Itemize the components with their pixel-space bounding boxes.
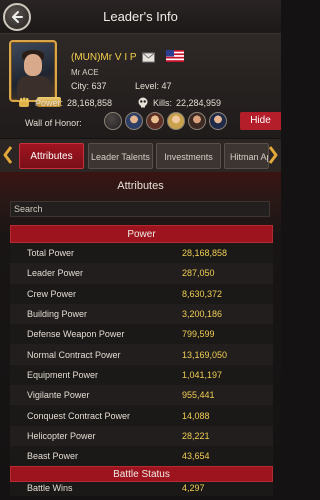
table-row: Beast Power 43,654 xyxy=(10,445,273,467)
level-value: 47 xyxy=(161,81,172,91)
attribute-value: 43,654 xyxy=(182,451,210,462)
attribute-value: 3,200,186 xyxy=(182,309,223,320)
kills-label: Kills: xyxy=(153,97,173,108)
attribute-label: Beast Power xyxy=(27,451,79,462)
tab-leader-talents[interactable]: Leader Talents xyxy=(88,143,153,169)
attribute-label: Crew Power xyxy=(27,288,77,299)
attribute-value: 1,041,197 xyxy=(182,369,223,380)
top-bar: Leader's Info xyxy=(0,0,281,34)
table-row: Battle Wins 4,297 xyxy=(10,482,273,497)
attribute-value: 799,599 xyxy=(182,329,215,340)
attribute-value: 287,050 xyxy=(182,268,215,279)
table-row: Normal Contract Power 13,169,050 xyxy=(10,344,273,365)
honor-avatar[interactable] xyxy=(125,112,143,130)
attributes-table: Power Total Power 28,168,858 Leader Power 2… xyxy=(10,225,273,497)
level-label: Level: xyxy=(135,81,160,91)
city-value: 637 xyxy=(91,81,107,91)
table-row: Defense Weapon Power 799,599 xyxy=(10,324,273,345)
leader-subname: Mr ACE xyxy=(71,68,99,77)
tab-bar: Attributes Leader Talents Investments Hi… xyxy=(0,139,281,172)
table-row: Crew Power 8,630,372 xyxy=(10,283,273,304)
tab-investments[interactable]: Investments xyxy=(156,143,221,169)
power-fist-icon xyxy=(19,97,29,107)
honor-avatar[interactable] xyxy=(167,112,185,130)
avatar-face xyxy=(24,54,42,76)
tab-scroll-left-icon[interactable] xyxy=(2,145,14,165)
table-row: Equipment Power 1,041,197 xyxy=(10,364,273,386)
power-info: Power: 28,168,858 xyxy=(18,97,112,108)
kills-info: Kills: 22,284,959 xyxy=(137,97,221,108)
attribute-label: Total Power xyxy=(27,248,75,259)
wall-of-honor-label: Wall of Honor: xyxy=(25,118,82,128)
section-title: Attributes xyxy=(117,180,164,192)
honor-avatar[interactable] xyxy=(209,112,227,130)
hide-button[interactable]: Hide xyxy=(240,112,281,130)
table-row: Building Power 3,200,186 xyxy=(10,303,273,325)
attribute-label: Defense Weapon Power xyxy=(27,329,125,340)
battle-status-header: Battle Status xyxy=(10,466,273,483)
city-label: City: xyxy=(71,81,89,91)
table-row: Leader Power 287,050 xyxy=(10,263,273,284)
attribute-label: Leader Power xyxy=(27,268,84,279)
page-title: Leader's Info xyxy=(103,9,178,24)
mail-icon[interactable] xyxy=(142,52,155,63)
power-label: Power: xyxy=(35,97,64,108)
attribute-value: 28,168,858 xyxy=(182,248,228,259)
honor-slot-empty[interactable] xyxy=(104,112,122,130)
attribute-value: 14,088 xyxy=(182,410,210,421)
attribute-value: 8,630,372 xyxy=(182,288,223,299)
attributes-panel: Attributes Search Power Total Power 28,16… xyxy=(0,172,281,500)
table-row: Vigilante Power 955,441 xyxy=(10,385,273,406)
table-row: Helicopter Power 28,221 xyxy=(10,425,273,446)
attribute-label: Equipment Power xyxy=(27,369,99,380)
skull-icon xyxy=(138,97,148,108)
attribute-value: 955,441 xyxy=(182,390,215,401)
power-section-header: Power xyxy=(10,225,273,243)
attribute-label: Helicopter Power xyxy=(27,430,96,441)
attribute-value: 13,169,050 xyxy=(182,349,228,360)
level-info: Level: 47 xyxy=(135,81,172,91)
power-value: 28,168,858 xyxy=(67,97,113,108)
attribute-label: Conquest Contract Power xyxy=(27,410,131,421)
power-rows: Total Power 28,168,858 Leader Power 287,050… xyxy=(10,243,273,467)
tab-hitman-ap[interactable]: Hitman Ap xyxy=(224,143,269,169)
table-row: Conquest Contract Power 14,088 xyxy=(10,405,273,426)
battle-rows: Battle Wins 4,297 xyxy=(10,482,273,497)
search-input[interactable]: Search xyxy=(10,201,270,217)
profile-panel: (MUN)Mr V I P Mr ACE City: 637 Level: 47… xyxy=(0,34,281,138)
attribute-label: Normal Contract Power xyxy=(27,349,121,360)
wall-of-honor-list xyxy=(104,112,227,130)
tab-scroll-right-icon[interactable] xyxy=(267,145,279,165)
honor-avatar[interactable] xyxy=(188,112,206,130)
attribute-value: 4,297 xyxy=(182,483,205,494)
usa-flag-icon xyxy=(166,50,184,62)
leader-avatar[interactable] xyxy=(9,40,61,107)
tab-attributes[interactable]: Attributes xyxy=(19,143,84,169)
attribute-label: Vigilante Power xyxy=(27,390,90,401)
honor-avatar[interactable] xyxy=(146,112,164,130)
city-info: City: 637 xyxy=(71,81,107,91)
attribute-label: Battle Wins xyxy=(27,483,73,494)
attribute-label: Building Power xyxy=(27,309,88,320)
leader-name: (MUN)Mr V I P xyxy=(71,52,137,63)
table-row: Total Power 28,168,858 xyxy=(10,243,273,264)
attribute-value: 28,221 xyxy=(182,430,210,441)
kills-value: 22,284,959 xyxy=(176,97,222,108)
